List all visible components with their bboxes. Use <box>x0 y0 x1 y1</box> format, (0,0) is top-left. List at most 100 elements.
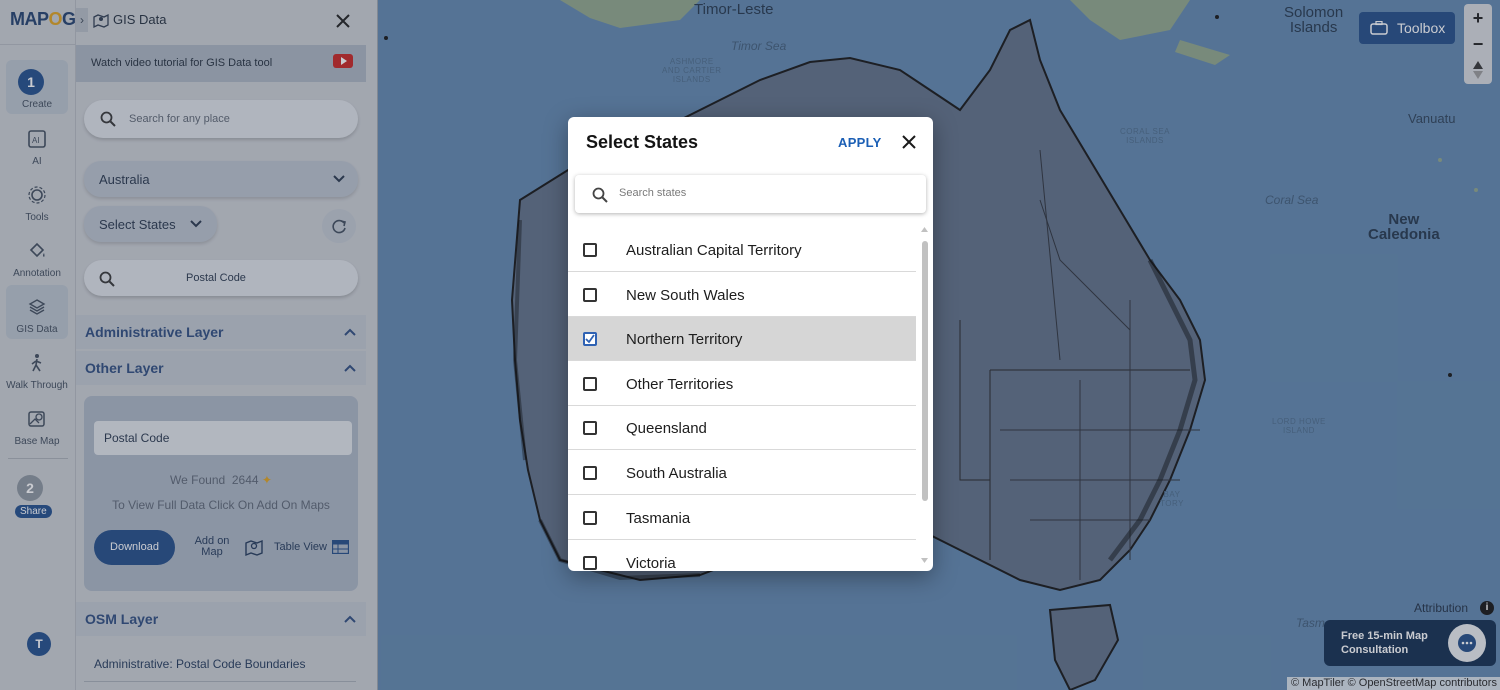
youtube-icon[interactable] <box>333 54 353 68</box>
scroll-down-arrow-icon[interactable] <box>920 557 929 565</box>
table-view-button[interactable]: Table View <box>274 542 327 553</box>
zoom-in-button[interactable]: + <box>1464 5 1492 31</box>
search-icon <box>592 187 608 203</box>
postal-code-field[interactable]: Postal Code <box>94 421 352 455</box>
rail-item-annotation[interactable]: Annotation <box>6 229 68 283</box>
state-row-act[interactable]: Australian Capital Territory <box>568 228 916 272</box>
view-hint-text: To View Full Data Click On Add On Maps <box>112 498 330 512</box>
modal-title: Select States <box>586 132 699 152</box>
refresh-button[interactable] <box>322 209 356 243</box>
map-pin-icon[interactable] <box>244 537 264 557</box>
states-search-input[interactable]: Search states <box>575 175 926 213</box>
consult-line1: Free 15-min Map <box>1341 630 1428 642</box>
states-select-label: Select States <box>99 217 176 232</box>
states-select[interactable]: Select States <box>84 206 217 242</box>
state-name: New South Wales <box>626 287 745 304</box>
postal-code-card: Postal Code We Found 2644 ✦ To View Full… <box>84 396 358 591</box>
consult-line2: Consultation <box>1341 644 1409 656</box>
rail-item-walk-through[interactable]: Walk Through <box>6 341 68 395</box>
map-label-tasman: Tasm <box>1296 616 1325 630</box>
download-button[interactable]: Download <box>94 530 175 565</box>
avatar[interactable]: T <box>27 632 51 656</box>
section-administrative-title: Administrative Layer <box>85 324 224 340</box>
states-search-placeholder: Search states <box>619 187 687 199</box>
state-checkbox[interactable] <box>583 511 597 525</box>
tutorial-banner[interactable]: Watch video tutorial for GIS Data tool <box>76 45 366 82</box>
section-administrative-layer[interactable]: Administrative Layer <box>76 315 366 349</box>
info-icon[interactable]: i <box>1480 601 1494 615</box>
rail-item-base-map[interactable]: Base Map <box>6 397 68 451</box>
postal-code-field-value: Postal Code <box>104 431 170 445</box>
gis-data-icon <box>93 13 109 29</box>
scroll-thumb[interactable] <box>922 241 928 501</box>
zoom-out-button[interactable]: − <box>1464 31 1492 57</box>
ai-icon: AI <box>28 130 46 148</box>
state-checkbox[interactable] <box>583 243 597 257</box>
share-button[interactable]: Share <box>15 505 52 518</box>
state-row-sa[interactable]: South Australia <box>568 451 916 495</box>
state-name: Australian Capital Territory <box>626 242 802 259</box>
compass-button[interactable] <box>1464 57 1492 83</box>
state-row-vic[interactable]: Victoria <box>568 541 916 571</box>
rail-label-gis-data: GIS Data <box>16 324 58 335</box>
table-icon[interactable] <box>332 540 349 554</box>
state-checkbox[interactable] <box>583 556 597 570</box>
state-checkbox[interactable] <box>583 421 597 435</box>
rail-label-ai: AI <box>32 156 42 167</box>
state-checkbox-checked[interactable] <box>583 332 597 346</box>
chevron-up-icon <box>344 328 356 336</box>
create-step-number: 1 <box>18 69 44 95</box>
state-name: Victoria <box>626 555 676 571</box>
section-osm-layer[interactable]: OSM Layer <box>76 602 366 636</box>
state-row-nt[interactable]: Northern Territory <box>568 317 916 361</box>
collapse-panel-button[interactable]: › <box>76 8 88 32</box>
found-count-text: We Found 2644 ✦ <box>170 473 272 487</box>
section-other-layer[interactable]: Other Layer <box>76 351 366 385</box>
toolbox-label: Toolbox <box>1397 20 1446 36</box>
found-count: 2644 <box>231 473 259 487</box>
map-label-timor-sea: Timor Sea <box>731 39 787 53</box>
close-icon[interactable] <box>901 134 917 150</box>
osm-divider <box>84 681 356 682</box>
rail-item-ai[interactable]: AI AI <box>6 117 68 171</box>
state-row-qld[interactable]: Queensland <box>568 406 916 450</box>
rail-item-create[interactable]: 1 Create <box>6 60 68 114</box>
rail-item-gis-data[interactable]: GIS Data <box>6 285 68 339</box>
left-rail: MAPOG 1 Create AI AI Tools Annotation GI… <box>0 0 76 690</box>
state-row-tas[interactable]: Tasmania <box>568 496 916 540</box>
scroll-up-arrow-icon[interactable] <box>920 225 929 233</box>
state-checkbox[interactable] <box>583 466 597 480</box>
panel-header: › GIS Data <box>76 0 378 42</box>
share-step-number: 2 <box>17 475 43 501</box>
state-checkbox[interactable] <box>583 377 597 391</box>
map-label-lord-howe: LORD HOWE ISLAND <box>1272 417 1326 435</box>
chat-button[interactable] <box>1448 624 1486 662</box>
country-select[interactable]: Australia <box>84 161 358 197</box>
map-label-vanuatu: Vanuatu <box>1408 111 1456 126</box>
paint-bucket-icon <box>29 242 45 258</box>
postal-code-search[interactable]: Postal Code <box>84 260 358 296</box>
attribution-text: Attribution <box>1414 601 1469 615</box>
add-on-map-button[interactable]: Add on Map <box>188 536 236 558</box>
compass-icon <box>1473 61 1483 79</box>
toolbox-button[interactable]: Toolbox <box>1359 12 1455 44</box>
apply-button[interactable]: APPLY <box>838 135 882 150</box>
states-scrollbar[interactable] <box>920 225 929 569</box>
search-icon <box>99 271 115 287</box>
state-checkbox[interactable] <box>583 288 597 302</box>
rail-divider-2 <box>8 458 68 459</box>
close-icon[interactable] <box>334 12 352 30</box>
rail-label-annotation: Annotation <box>13 268 61 279</box>
osm-postal-boundaries-link[interactable]: Administrative: Postal Code Boundaries <box>94 657 305 671</box>
rail-item-tools[interactable]: Tools <box>6 173 68 227</box>
walking-person-icon <box>31 354 42 372</box>
postal-code-placeholder: Postal Code <box>186 272 246 284</box>
chevron-up-icon <box>344 364 356 372</box>
place-search-placeholder: Search for any place <box>129 113 230 125</box>
rail-divider <box>0 44 76 45</box>
place-search-input[interactable]: Search for any place <box>84 100 358 138</box>
map-copyright: © MapTiler © OpenStreetMap contributors <box>1287 677 1500 690</box>
map-label-ashmore: ASHMORE AND CARTIER ISLANDS <box>662 57 722 84</box>
state-row-nsw[interactable]: New South Wales <box>568 273 916 317</box>
state-row-other[interactable]: Other Territories <box>568 362 916 406</box>
